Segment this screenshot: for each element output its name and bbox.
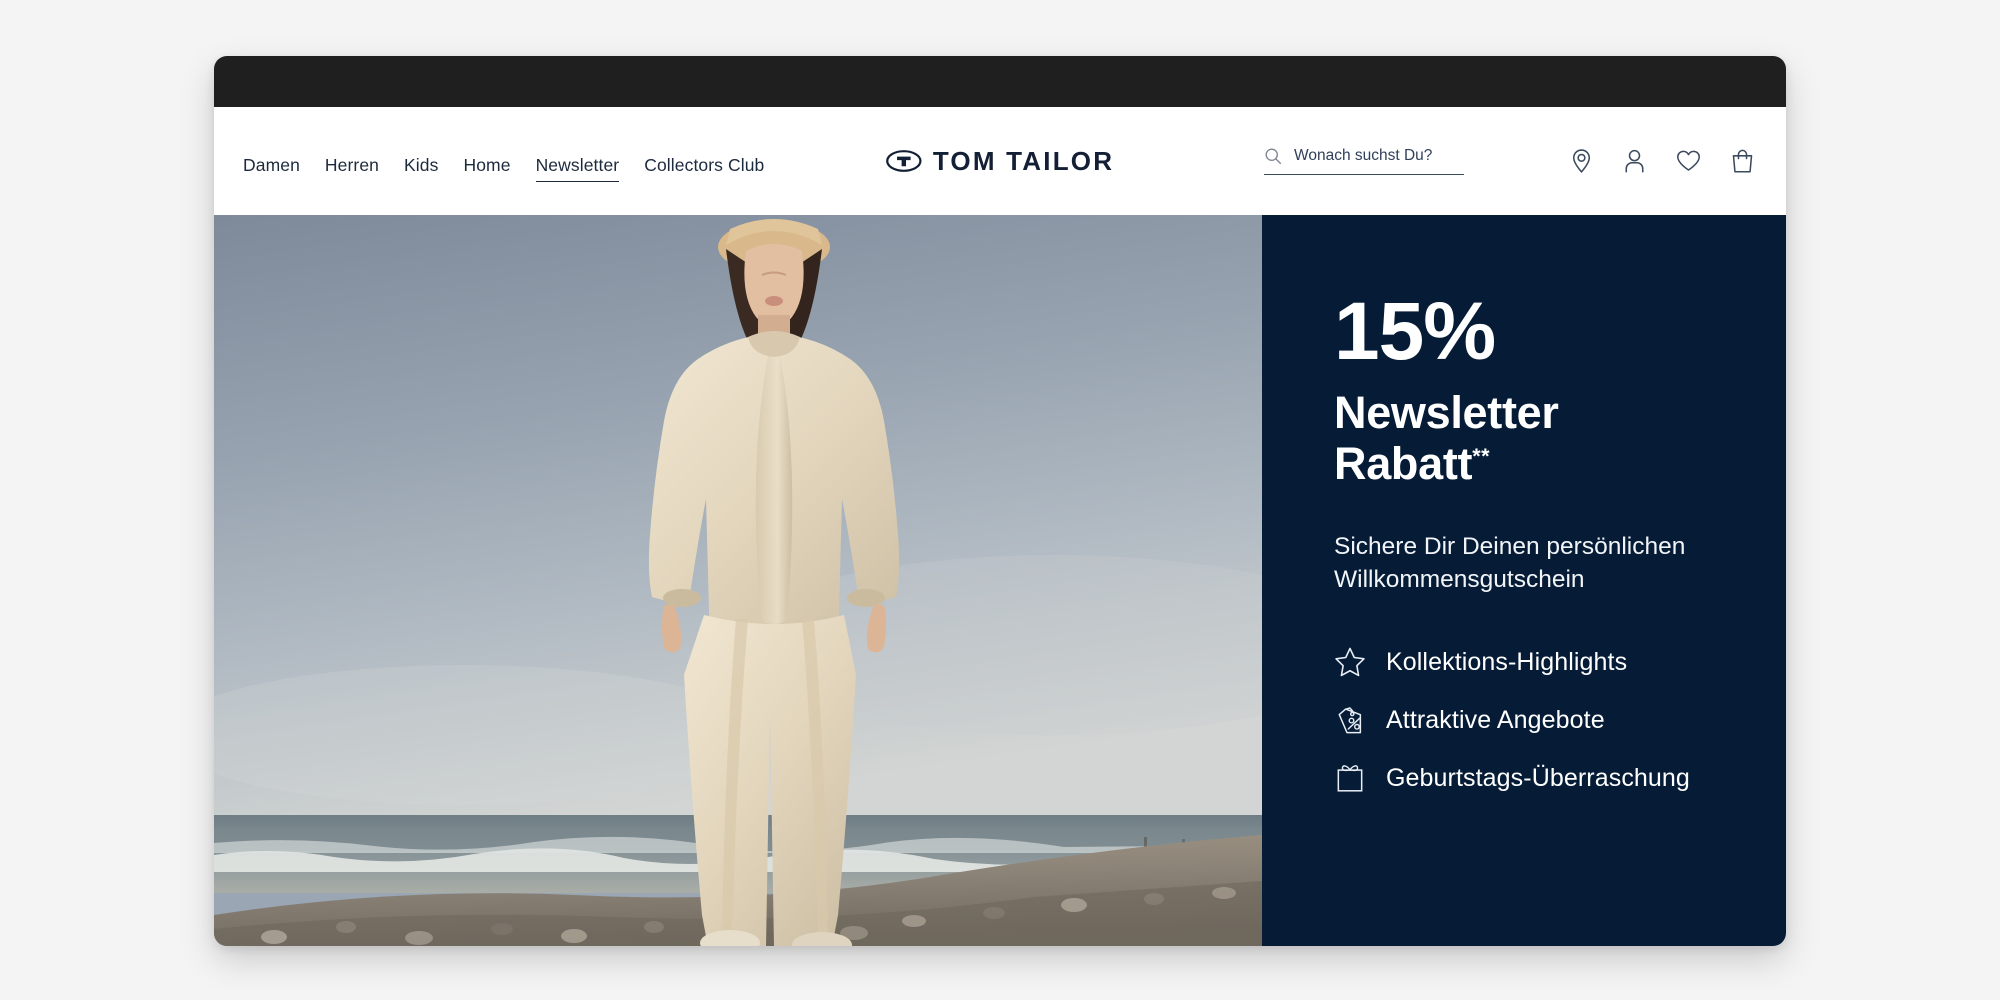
benefit-item-collection-highlights: Kollektions-Highlights [1334,646,1786,678]
offer-headline-line1: Newsletter [1334,387,1559,438]
benefit-label: Kollektions-Highlights [1386,648,1627,677]
main-navigation: Damen Herren Kids Home Newsletter Collec… [243,154,764,182]
brand-logo[interactable]: TOM TAILOR [886,148,1114,174]
benefit-item-birthday-surprise: Geburtstags-Überraschung [1334,762,1786,794]
search-box[interactable] [1264,147,1464,175]
oval-t-logo-icon [886,150,922,172]
star-icon [1334,646,1366,678]
offer-subtitle: Sichere Dir Deinen persönlichen Willkomm… [1334,531,1754,596]
brand-logo-text: TOM TAILOR [933,148,1114,174]
nav-item-newsletter[interactable]: Newsletter [536,154,620,182]
offer-headline: Newsletter Rabatt** [1334,388,1786,490]
store-locator-icon[interactable] [1570,149,1593,174]
hero-section: 15% Newsletter Rabatt** Sichere Dir Dein… [214,215,1786,946]
offer-headline-footnote: ** [1472,443,1490,468]
wishlist-icon[interactable] [1676,150,1701,173]
gift-box-icon [1334,762,1366,794]
price-tag-percent-icon [1334,704,1366,736]
search-input[interactable] [1294,147,1464,165]
benefit-item-attractive-offers: Attraktive Angebote [1334,704,1786,736]
benefits-list: Kollektions-Highlights Attraktive Angebo… [1334,646,1786,794]
newsletter-offer-panel: 15% Newsletter Rabatt** Sichere Dir Dein… [1262,215,1786,946]
nav-item-damen[interactable]: Damen [243,154,300,182]
offer-headline-line2: Rabatt [1334,438,1472,489]
benefit-label: Geburtstags-Überraschung [1386,764,1690,793]
search-icon [1264,147,1282,165]
header-actions [1570,149,1754,174]
nav-item-home[interactable]: Home [463,154,510,182]
cart-icon[interactable] [1731,149,1754,174]
newsletter-hero-photo [214,215,1262,946]
benefit-label: Attraktive Angebote [1386,706,1605,735]
discount-headline: 15% [1334,293,1786,372]
browser-chrome-bar [214,56,1786,107]
nav-item-herren[interactable]: Herren [325,154,379,182]
browser-window: Damen Herren Kids Home Newsletter Collec… [214,56,1786,946]
nav-item-collectors-club[interactable]: Collectors Club [644,154,764,182]
nav-item-kids[interactable]: Kids [404,154,438,182]
site-header: Damen Herren Kids Home Newsletter Collec… [214,107,1786,215]
account-icon[interactable] [1623,149,1646,174]
